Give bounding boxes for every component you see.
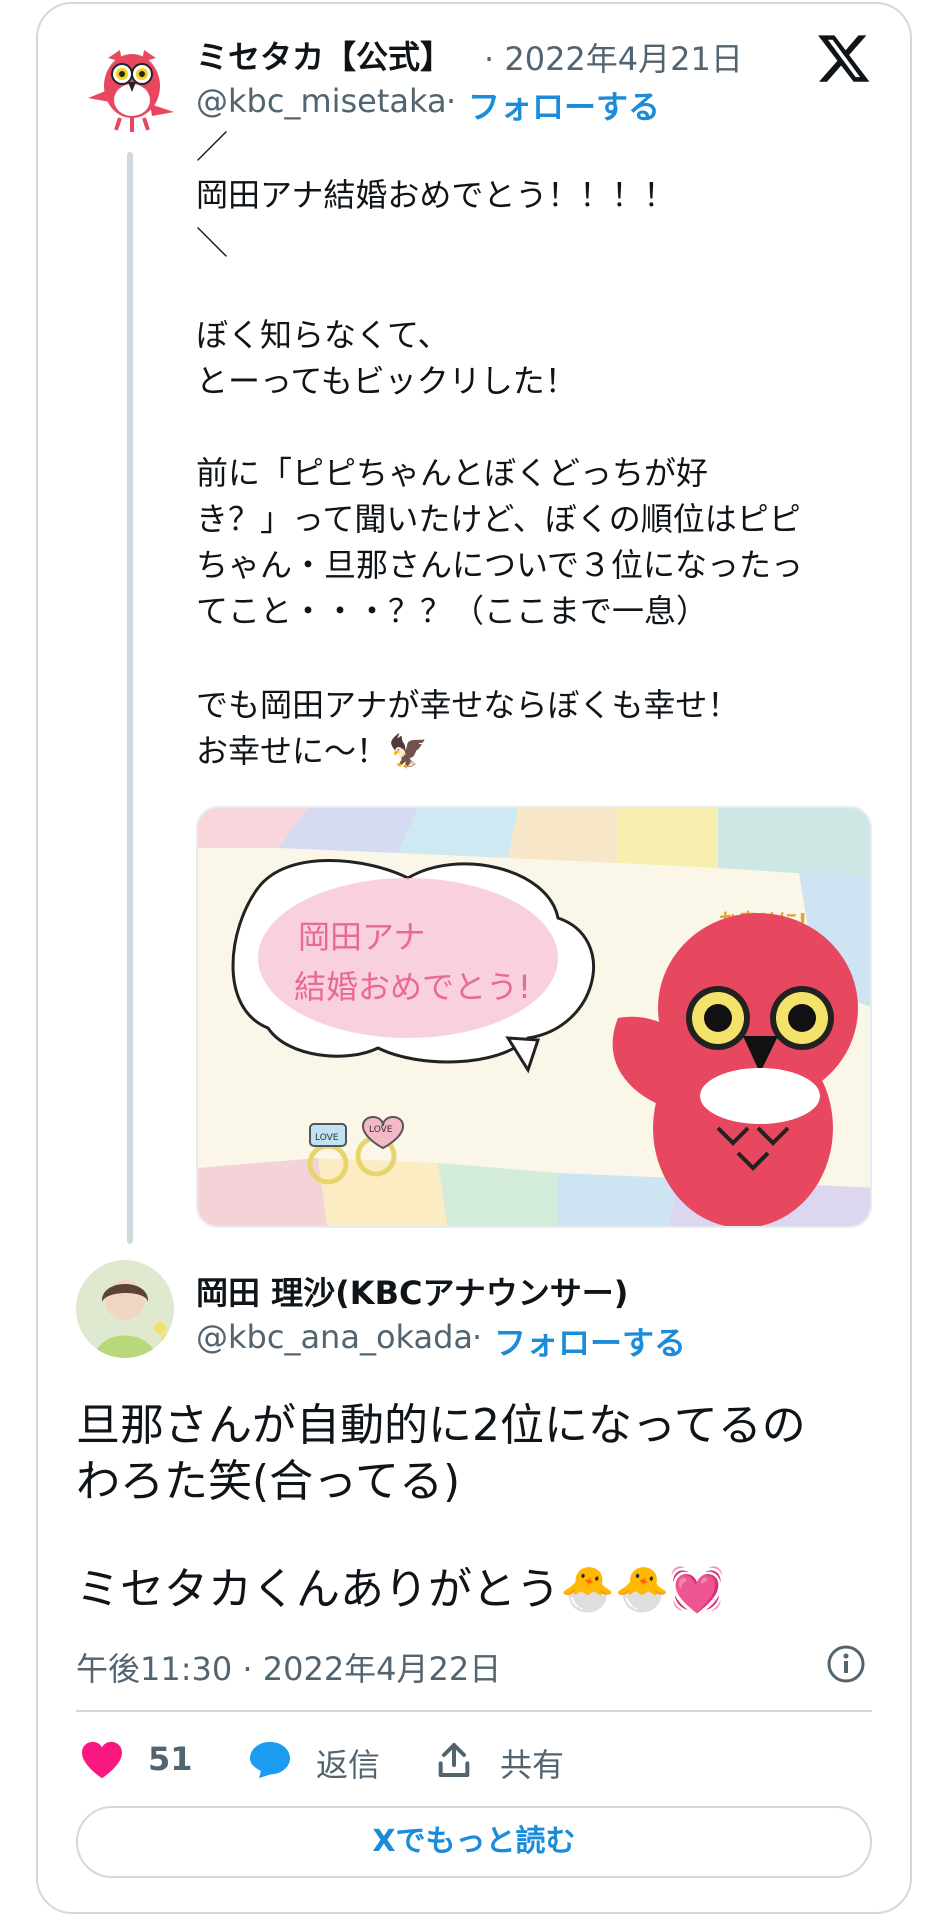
reply-text-line: ミセタカくんありがとう🐣🐣💓 <box>76 1564 725 1615</box>
tweet-image[interactable]: 岡田アナ 結婚おめでとう! お幸せに! LOVE LOVE <box>196 806 872 1228</box>
share-button[interactable]: 共有 <box>434 1734 574 1784</box>
bubble-text-1: 岡田アナ <box>298 918 425 956</box>
reply-author-handle[interactable]: @kbc_ana_okada <box>196 1318 473 1356</box>
reply-author-name[interactable]: 岡田 理沙(KBCアナウンサー) <box>196 1268 628 1314</box>
reply-button[interactable]: 返信 <box>248 1734 388 1784</box>
tweet-text-line: き？」って聞いたけど、ぼくの順位はピピ <box>196 500 801 538</box>
author-handle[interactable]: @kbc_misetaka <box>196 82 447 120</box>
tweet-text-line: ／ <box>196 128 229 166</box>
tweet-text-line: でも岡田アナが幸せならぼくも幸せ！ <box>196 686 740 724</box>
reply-label: 返信 <box>316 1746 381 1784</box>
like-count: 51 <box>148 1740 193 1778</box>
reply-follow-button[interactable]: フォローする <box>494 1318 686 1364</box>
share-icon <box>438 1743 470 1777</box>
tweet-text-line: ちゃん・旦那さんについで３位になったっ <box>196 546 804 584</box>
tweet-text-line: ぼく知らなくて、 <box>196 316 450 354</box>
like-button[interactable]: 51 <box>76 1734 196 1784</box>
tweet-text-line: てこと・・・？？（ここまで一息） <box>196 592 709 630</box>
heart-icon <box>82 1741 122 1779</box>
thread-line <box>127 152 133 1244</box>
bubble-text-2: 結婚おめでとう! <box>294 968 531 1006</box>
share-label: 共有 <box>500 1746 565 1784</box>
ring-label-1: LOVE <box>315 1133 339 1143</box>
tweet-text-line: お幸せに～！🦅 <box>196 732 428 770</box>
follow-button[interactable]: フォローする <box>468 82 660 128</box>
tweet-text-line: 岡田アナ結婚おめでとう！！！！ <box>196 176 676 214</box>
divider <box>76 1710 872 1712</box>
separator-dot: · <box>472 1318 483 1356</box>
tweet-text-line: ＼ <box>196 224 229 262</box>
tweet-text-line: とーってもビックリした！ <box>196 362 577 400</box>
reply-text-line: わろた笑(合ってる) <box>76 1456 461 1507</box>
owl-mascot-icon <box>88 50 174 132</box>
read-more-button[interactable]: Xでもっと読む <box>76 1806 872 1878</box>
okada-avatar[interactable] <box>76 1260 174 1358</box>
info-icon[interactable] <box>826 1644 866 1684</box>
tweet-date[interactable]: · 2022年4月21日 <box>484 34 743 80</box>
author-name[interactable]: ミセタカ【公式】 <box>196 32 452 78</box>
reply-timestamp[interactable]: 午後11:30 · 2022年4月22日 <box>76 1644 501 1690</box>
separator-dot: · <box>446 82 457 120</box>
person-avatar-icon <box>76 1260 174 1358</box>
celebration-image: 岡田アナ 結婚おめでとう! お幸せに! LOVE LOVE <box>198 808 870 1226</box>
misetaka-avatar[interactable] <box>80 38 180 134</box>
reply-text-line: 旦那さんが自動的に2位になってるの <box>76 1400 806 1451</box>
ring-label-2: LOVE <box>369 1125 393 1135</box>
reply-bubble-icon <box>250 1741 290 1779</box>
x-logo-icon[interactable] <box>816 30 872 86</box>
tweet-text-line: 前に「ピピちゃんとぼくどっちが好 <box>196 454 709 492</box>
